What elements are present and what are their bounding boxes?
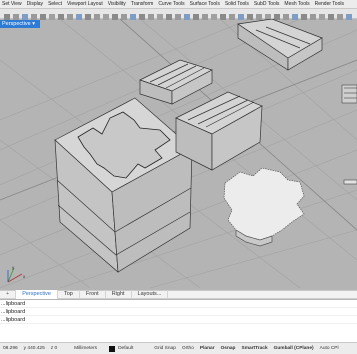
command-history-line: ...lipboard: [0, 300, 357, 308]
toggle-osnap[interactable]: Osnap: [218, 343, 239, 354]
command-history: ...lipboard ...lipboard ...lipboard: [0, 300, 357, 342]
toggle-auto-cplane[interactable]: Auto CPl: [317, 343, 342, 354]
y-coordinate: y 440.425: [23, 345, 45, 351]
rhino-window: Set View Display Select Viewport Layout …: [0, 0, 357, 354]
menu-item-select[interactable]: Select: [46, 0, 65, 8]
viewport-title: Perspective: [2, 21, 31, 27]
scene[interactable]: [0, 19, 357, 289]
viewport-tab-bar: + Perspective Top Front Right Layouts...: [0, 290, 357, 299]
tab-layouts[interactable]: Layouts...: [132, 290, 169, 299]
menu-item-surface-tools[interactable]: Surface Tools: [188, 0, 223, 8]
edge-object[interactable]: [341, 84, 357, 185]
units-label[interactable]: Millimeters: [71, 343, 105, 354]
menu-item-render-tools[interactable]: Render Tools: [313, 0, 347, 8]
z-coordinate: z 0: [50, 345, 58, 351]
command-history-line: ...lipboard: [0, 308, 357, 316]
layer-name[interactable]: Default: [115, 343, 151, 354]
tall-block[interactable]: [54, 97, 193, 273]
menu-item-set-view[interactable]: Set View: [0, 0, 25, 8]
menu-item-transform[interactable]: Transform: [129, 0, 157, 8]
toggle-gumball[interactable]: Gumball (CPlane): [271, 343, 317, 354]
menu-item-solid-tools[interactable]: Solid Tools: [223, 0, 252, 8]
menu-item-viewport-layout[interactable]: Viewport Layout: [65, 0, 106, 8]
tab-perspective[interactable]: Perspective: [16, 290, 58, 299]
tab-right[interactable]: Right: [106, 290, 132, 299]
add-tab-icon[interactable]: +: [0, 290, 17, 299]
menu-item-curve-tools[interactable]: Curve Tools: [156, 0, 187, 8]
toggle-grid-snap[interactable]: Grid Snap: [151, 343, 179, 354]
status-bar: 08.296 y 440.425 z 0 Millimeters Default…: [0, 342, 357, 354]
menu-bar: Set View Display Select Viewport Layout …: [0, 0, 357, 9]
menu-item-visibility[interactable]: Visibility: [106, 0, 129, 8]
menu-item-subd-tools[interactable]: SubD Tools: [252, 0, 282, 8]
perspective-viewport[interactable]: y x: [0, 19, 357, 289]
chevron-down-icon[interactable]: ▾: [32, 21, 35, 27]
menu-item-mesh-tools[interactable]: Mesh Tools: [282, 0, 312, 8]
axis-label-y: y: [12, 265, 15, 270]
cog-plate[interactable]: [223, 167, 305, 247]
tool-icon-strip: [0, 9, 357, 20]
tab-front[interactable]: Front: [80, 290, 106, 299]
command-input[interactable]: [0, 324, 357, 332]
slotted-plate-large[interactable]: [175, 91, 263, 171]
viewport-title-tab[interactable]: Perspective ▾: [0, 20, 41, 28]
slotted-plate-top[interactable]: [237, 19, 323, 71]
x-coordinate: 08.296: [3, 345, 18, 351]
menu-item-display[interactable]: Display: [25, 0, 46, 8]
toggle-smarttrack[interactable]: SmartTrack: [239, 343, 271, 354]
toggle-ortho[interactable]: Ortho: [179, 343, 197, 354]
toggle-planar[interactable]: Planar: [197, 343, 218, 354]
tab-top[interactable]: Top: [58, 290, 80, 299]
axis-label-x: x: [23, 274, 26, 279]
world-axes-icon: [7, 267, 23, 283]
command-history-line: ...lipboard: [0, 316, 357, 324]
